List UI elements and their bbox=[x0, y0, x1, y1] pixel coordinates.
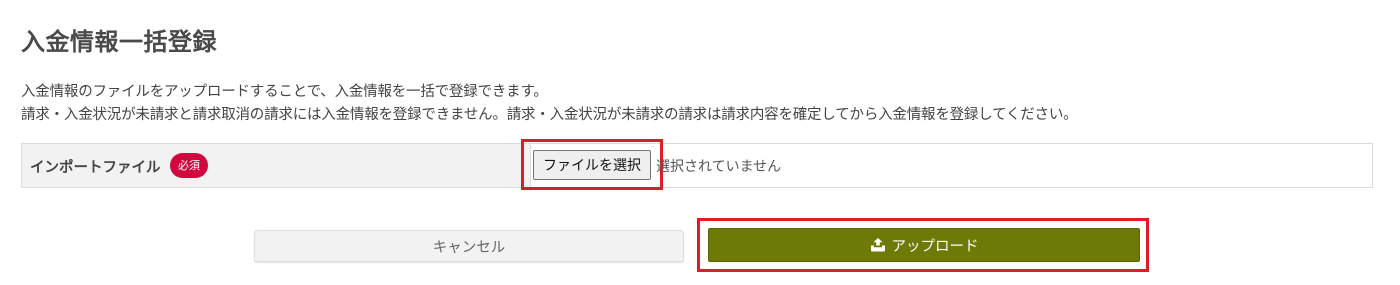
import-file-label-cell: インポートファイル 必須 bbox=[22, 144, 531, 187]
required-badge: 必須 bbox=[170, 153, 208, 178]
upload-button-label: アップロード bbox=[891, 238, 979, 255]
choose-file-button[interactable]: ファイルを選択 bbox=[533, 150, 651, 180]
bulk-payment-registration-page: 入金情報一括登録 入金情報のファイルをアップロードすることで、入金情報を一括で登… bbox=[0, 0, 1400, 285]
file-selection-status: 選択されていません bbox=[656, 159, 782, 175]
page-title: 入金情報一括登録 bbox=[21, 28, 217, 56]
description-line-1: 入金情報のファイルをアップロードすることで、入金情報を一括で登録できます。 bbox=[21, 84, 548, 100]
description-line-2: 請求・入金状況が未請求と請求取消の請求には入金情報を登録できません。請求・入金状… bbox=[21, 107, 1078, 123]
cancel-button[interactable]: キャンセル bbox=[254, 230, 684, 262]
import-file-label: インポートファイル bbox=[30, 160, 161, 176]
upload-button[interactable]: アップロード bbox=[708, 228, 1140, 262]
upload-tray-icon bbox=[870, 238, 885, 252]
